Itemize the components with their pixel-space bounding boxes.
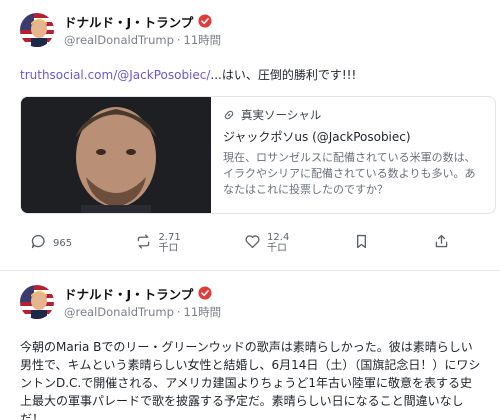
repost-count: 2.71: [158, 232, 181, 243]
card-source-label: 真実ソーシャル: [241, 108, 322, 122]
post-timestamp[interactable]: 11時間: [184, 32, 222, 48]
repost-icon: [135, 233, 152, 254]
bookmark-icon: [353, 233, 370, 254]
avatar[interactable]: [20, 13, 54, 47]
verified-badge-icon: [198, 286, 212, 300]
author-handle[interactable]: @realDonaldTrump: [64, 305, 174, 319]
post-header: ドナルド・J・トランプ @realDonaldTrump · 11時間: [20, 12, 221, 48]
like-button[interactable]: 12.4 千ロ: [244, 232, 289, 254]
post-header: ドナルド・J・トランプ @realDonaldTrump · 11時間: [20, 284, 221, 320]
meta-separator: ·: [176, 33, 181, 47]
avatar[interactable]: [20, 285, 54, 319]
heart-icon: [244, 233, 261, 254]
repost-button[interactable]: 2.71 千ロ: [135, 232, 181, 254]
reply-button[interactable]: 965: [30, 233, 72, 254]
card-title: ジャックポソus (@JackPosobiec): [223, 130, 411, 144]
author-handle[interactable]: @realDonaldTrump: [64, 33, 174, 47]
author-info: ドナルド・J・トランプ @realDonaldTrump · 11時間: [64, 284, 221, 320]
card-source: 真実ソーシャル: [223, 107, 483, 123]
reply-count: 965: [53, 237, 73, 249]
share-icon: [433, 233, 450, 254]
verified-badge-icon: [198, 14, 212, 28]
post[interactable]: ドナルド・J・トランプ @realDonaldTrump · 11時間 trut…: [0, 0, 500, 268]
timeline-feed: ドナルド・J・トランプ @realDonaldTrump · 11時間 trut…: [0, 0, 500, 420]
link-icon: [223, 109, 235, 121]
card-description: 現在、ロサンゼルスに配備されている米軍の数は、イラクやシリアに配備されている数よ…: [223, 151, 476, 196]
like-count: 12.4: [267, 232, 290, 243]
author-display-name[interactable]: ドナルド・J・トランプ: [64, 12, 193, 31]
card-body: 真実ソーシャル ジャックポソus (@JackPosobiec) 現在、ロサンゼ…: [211, 97, 495, 213]
link-preview-card[interactable]: 真実ソーシャル ジャックポソus (@JackPosobiec) 現在、ロサンゼ…: [20, 96, 496, 214]
repost-count-unit: 千ロ: [158, 243, 179, 254]
bookmark-button[interactable]: [353, 233, 370, 254]
post[interactable]: ドナルド・J・トランプ @realDonaldTrump · 11時間 今朝のM…: [0, 278, 500, 420]
post-link[interactable]: truthsocial.com/@JackPosobiec/: [20, 68, 210, 82]
post-timestamp[interactable]: 11時間: [184, 304, 222, 320]
card-thumbnail: [21, 97, 211, 213]
author-info: ドナルド・J・トランプ @realDonaldTrump · 11時間: [64, 12, 221, 48]
share-button[interactable]: [433, 233, 450, 254]
author-display-name[interactable]: ドナルド・J・トランプ: [64, 284, 193, 303]
post-divider: [0, 270, 500, 271]
like-count-unit: 千ロ: [267, 243, 288, 254]
post-text-rest: ...はい、圧倒的勝利です!!!: [210, 68, 357, 82]
reply-icon: [30, 233, 47, 254]
meta-separator: ·: [176, 305, 181, 319]
post-actions: 965 2.71 千ロ 12.4 千ロ: [30, 228, 450, 258]
post-text: truthsocial.com/@JackPosobiec/...はい、圧倒的勝…: [20, 66, 482, 84]
post-text: 今朝のMaria Bでのリー・グリーンウッドの歌声は素晴らしかった。彼は素晴らし…: [20, 340, 481, 420]
